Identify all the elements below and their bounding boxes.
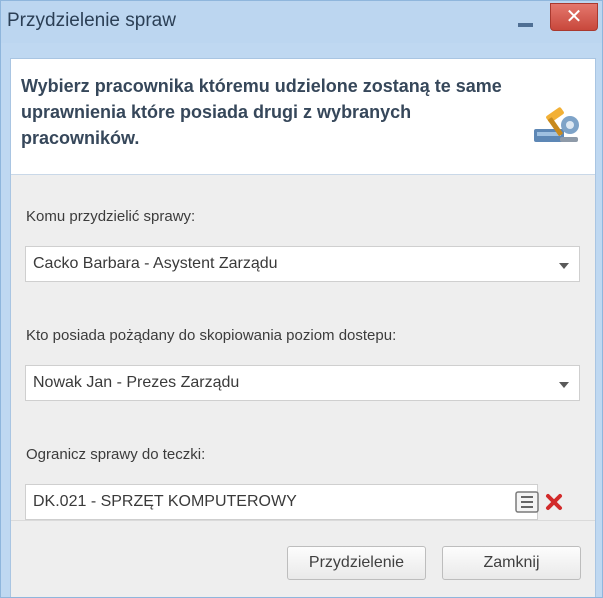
folder-field[interactable]: DK.021 - SPRZĘT KOMPUTEROWY	[25, 484, 538, 520]
assignee-select[interactable]: Cacko Barbara - Asystent Zarządu	[25, 246, 580, 282]
assign-button[interactable]: Przydzielenie	[287, 546, 426, 580]
title-bar[interactable]: Przydzielenie spraw ✕	[1, 1, 602, 43]
dialog-header: Wybierz pracownika któremu udzielone zos…	[11, 59, 595, 175]
dialog-footer: Przydzielenie Zamknij	[11, 520, 595, 597]
window-title: Przydzielenie spraw	[7, 10, 176, 31]
folder-label: Ogranicz sprawy do teczki:	[26, 446, 206, 463]
dialog-content: Wybierz pracownika któremu udzielone zos…	[10, 58, 596, 597]
assignee-value: Cacko Barbara - Asystent Zarządu	[33, 255, 278, 272]
close-button[interactable]: Zamknij	[442, 546, 581, 580]
instruction-text: Wybierz pracownika któremu udzielone zos…	[21, 76, 502, 148]
source-label: Kto posiada pożądany do skopiowania pozi…	[26, 327, 397, 344]
assignee-label: Komu przydzielić sprawy:	[26, 208, 196, 225]
chevron-down-icon[interactable]	[559, 263, 569, 269]
chevron-down-icon[interactable]	[559, 382, 569, 388]
delete-icon[interactable]	[541, 487, 567, 517]
source-employee-select[interactable]: Nowak Jan - Prezes Zarządu	[25, 365, 580, 401]
list-icon[interactable]	[514, 487, 540, 517]
folder-value: DK.021 - SPRZĘT KOMPUTEROWY	[33, 493, 297, 510]
dialog-window: Przydzielenie spraw ✕ Wybierz pracownika…	[0, 0, 603, 598]
form-body: Komu przydzielić sprawy: Cacko Barbara -…	[11, 175, 595, 520]
close-window-button[interactable]: ✕	[550, 3, 598, 31]
close-icon: ✕	[565, 6, 583, 28]
source-employee-value: Nowak Jan - Prezes Zarządu	[33, 374, 240, 391]
minimize-button[interactable]	[509, 13, 541, 35]
tools-icon	[534, 107, 579, 142]
